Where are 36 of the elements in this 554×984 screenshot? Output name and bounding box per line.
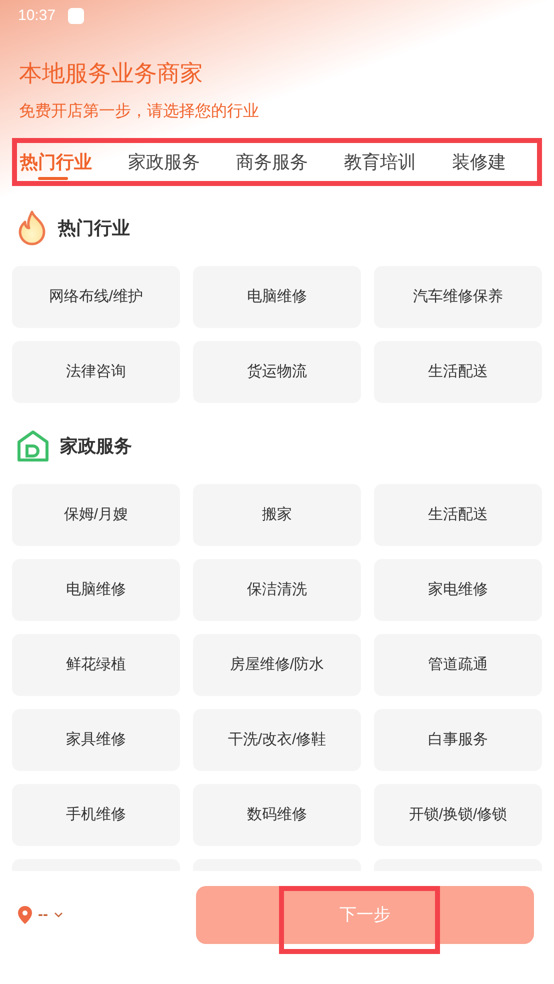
category-tile[interactable]: 白事服务 [374, 709, 542, 771]
category-tile[interactable]: 数码维修 [193, 784, 361, 846]
category-tile[interactable]: 家电维修 [374, 559, 542, 621]
page-title: 本地服务业务商家 [19, 59, 204, 88]
flame-icon [16, 210, 48, 246]
chevron-down-icon [54, 912, 63, 918]
category-tile[interactable]: 汽车维修保养 [374, 266, 542, 328]
status-time: 10:37 [18, 6, 56, 26]
section-title: 家政服务 [60, 434, 132, 458]
category-tile[interactable]: 搬家 [193, 484, 361, 546]
location-pin-icon [18, 906, 32, 924]
category-tile[interactable]: 电脑维修 [193, 266, 361, 328]
category-tab[interactable]: 商务服务 [236, 144, 308, 180]
category-tile[interactable]: 管道疏通 [374, 634, 542, 696]
notification-icon [68, 8, 84, 24]
category-tile[interactable]: 法律咨询 [12, 341, 180, 403]
section-title: 热门行业 [58, 216, 130, 240]
category-tile[interactable]: 生活配送 [374, 341, 542, 403]
category-tab[interactable]: 教育培训 [344, 144, 416, 180]
page-subtitle: 免费开店第一步，请选择您的行业 [19, 102, 260, 122]
category-tile[interactable]: 开锁/换锁/修锁 [374, 784, 542, 846]
category-tile[interactable]: 电脑维修 [12, 559, 180, 621]
location-selector[interactable]: -- [38, 904, 48, 926]
category-tile[interactable]: 房屋维修/防水 [193, 634, 361, 696]
category-tab[interactable]: 装修建 [452, 144, 506, 180]
category-tile[interactable]: 网络布线/维护 [12, 266, 180, 328]
category-tab[interactable]: 家政服务 [128, 144, 200, 180]
house-icon [16, 429, 50, 463]
category-tile[interactable]: 货运物流 [193, 341, 361, 403]
category-tile[interactable]: 保姆/月嫂 [12, 484, 180, 546]
category-tile[interactable]: 鲜花绿植 [12, 634, 180, 696]
category-tile[interactable]: 保洁清洗 [193, 559, 361, 621]
category-tile[interactable]: 手机维修 [12, 784, 180, 846]
category-tile[interactable]: 干洗/改衣/修鞋 [193, 709, 361, 771]
category-tile[interactable]: 家具维修 [12, 709, 180, 771]
category-tile[interactable]: 生活配送 [374, 484, 542, 546]
